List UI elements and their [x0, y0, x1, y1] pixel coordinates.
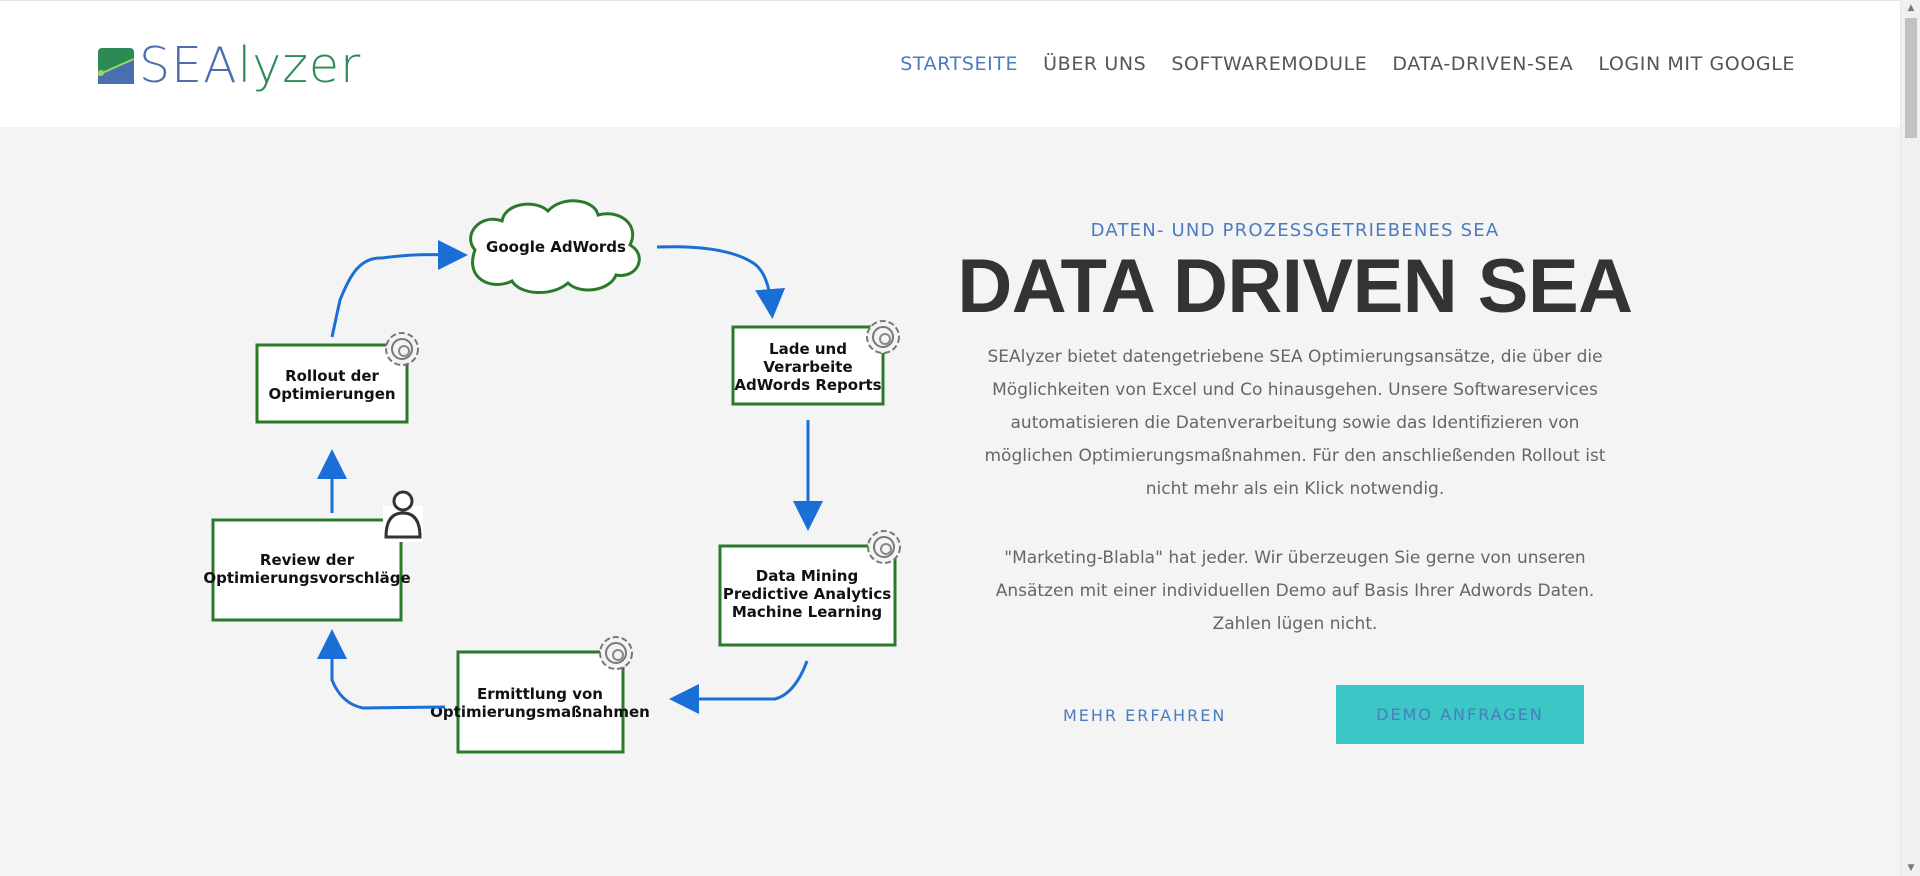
box-lade-line-2: Verarbeite — [763, 358, 852, 376]
box-mining-line-1: Data Mining — [756, 567, 858, 585]
logo[interactable]: SEAlyzer — [95, 39, 361, 93]
gear-icon — [867, 530, 901, 564]
box-mining-line-3: Machine Learning — [732, 603, 882, 621]
page: SEAlyzer STARTSEITE ÜBER UNS SOFTWAREMOD… — [0, 0, 1920, 876]
nav-item-login-mit-google[interactable]: LOGIN MIT GOOGLE — [1598, 53, 1795, 75]
box-review-line-1: Review der — [260, 551, 355, 569]
cloud-label: Google AdWords — [486, 238, 626, 256]
logo-icon — [97, 48, 135, 84]
process-diagram: Google AdWords Lade und Verarbeite AdWor… — [203, 199, 901, 754]
person-icon — [383, 490, 423, 542]
nav-item-data-driven-sea[interactable]: DATA-DRIVEN-SEA — [1392, 53, 1573, 75]
main-nav: STARTSEITE ÜBER UNS SOFTWAREMODULE DATA-… — [875, 53, 1795, 75]
box-ermittlung-line-1: Ermittlung von — [477, 685, 603, 703]
box-lade-line-3: AdWords Reports — [734, 376, 881, 394]
brand-name: SEAlyzer — [139, 39, 361, 93]
hero-title: DATA DRIVEN SEA — [957, 244, 1633, 329]
box-mining-line-2: Predictive Analytics — [723, 585, 891, 603]
brand-name-lyzer: lyzer — [237, 37, 362, 94]
hero-description: SEAlyzer bietet datengetriebene SEA Opti… — [984, 347, 1606, 499]
nav-item-ueber-uns[interactable]: ÜBER UNS — [1043, 53, 1146, 75]
box-ermittlung-line-2: Optimierungsmaßnahmen — [430, 703, 650, 721]
nav-item-softwaremodule[interactable]: SOFTWAREMODULE — [1171, 53, 1367, 75]
gear-icon — [599, 636, 633, 670]
box-rollout-line-1: Rollout der — [285, 367, 379, 385]
brand-name-sea: SEA — [139, 37, 238, 94]
hero-content: DATEN- UND PROZESSGETRIEBENES SEA DATA D… — [955, 220, 1635, 641]
scroll-up-icon[interactable]: ▲ — [1901, 0, 1920, 16]
box-lade-line-1: Lade und — [769, 340, 847, 358]
box-review-line-2: Optimierungsvorschläge — [203, 569, 410, 587]
gear-icon — [385, 332, 419, 366]
scroll-down-icon[interactable]: ▼ — [1901, 860, 1920, 876]
nav-item-startseite[interactable]: STARTSEITE — [900, 53, 1018, 75]
gear-icon — [866, 320, 900, 354]
box-rollout-line-2: Optimierungen — [268, 385, 395, 403]
more-button[interactable]: MEHR ERFAHREN — [1063, 706, 1226, 725]
hero-quote: "Marketing-Blabla" hat jeder. Wir überze… — [995, 548, 1595, 634]
scroll-thumb[interactable] — [1905, 18, 1917, 138]
site-header: SEAlyzer STARTSEITE ÜBER UNS SOFTWAREMOD… — [0, 0, 1900, 127]
hero-eyebrow: DATEN- UND PROZESSGETRIEBENES SEA — [1090, 220, 1500, 241]
demo-button[interactable]: DEMO ANFRAGEN — [1336, 685, 1584, 744]
scrollbar[interactable]: ▲ ▼ — [1900, 0, 1920, 876]
